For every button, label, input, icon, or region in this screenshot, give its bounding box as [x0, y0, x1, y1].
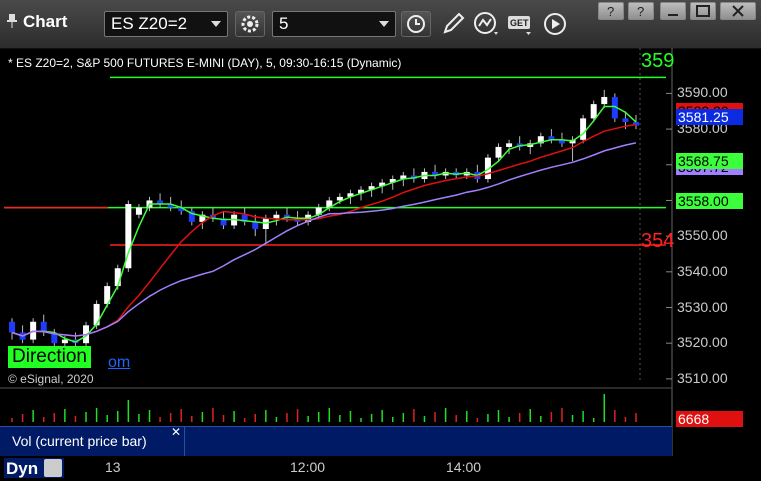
close-icon[interactable]: ✕: [171, 425, 181, 439]
price-chart[interactable]: [0, 48, 761, 481]
interval-value: 5: [279, 14, 289, 33]
symbol-combo[interactable]: ES Z20=2: [104, 11, 228, 37]
candle-body: [93, 303, 100, 326]
symbol-value: ES Z20=2: [111, 14, 188, 33]
candle-body: [495, 146, 502, 158]
dynamic-toggle[interactable]: Dyn: [4, 458, 64, 478]
time-axis[interactable]: Dyn 13 12:00 14:00: [0, 456, 761, 481]
help-icon: ?: [637, 4, 644, 19]
candle-body: [252, 221, 259, 229]
window-title: Chart: [6, 12, 67, 32]
settings-button[interactable]: [235, 11, 265, 37]
study-icon[interactable]: [472, 10, 500, 38]
close-icon: [732, 5, 744, 17]
candle-body: [135, 207, 142, 215]
price-tick-label: 3530.00: [677, 298, 728, 315]
dynamic-label: Dyn: [6, 459, 39, 478]
price-tick-label: 3550.00: [677, 227, 728, 244]
price-tick-label: 3520.00: [677, 334, 728, 351]
close-button[interactable]: [720, 2, 756, 20]
volume-value-tag: 6668: [676, 411, 743, 427]
candle-body: [506, 143, 513, 147]
candle-body: [601, 96, 608, 105]
last-price-tag: 3581.25: [676, 109, 743, 125]
chevron-down-icon: [379, 21, 389, 27]
candle-body: [61, 339, 68, 344]
svg-text:?: ?: [607, 4, 614, 19]
price-tick-label: 3540.00: [677, 262, 728, 279]
volume-legend: Vol (current price bar): [0, 427, 185, 457]
maximize-button[interactable]: [690, 2, 716, 20]
fast-ma-line: [11, 105, 637, 343]
candle-body: [273, 214, 280, 219]
price-tick-label: 3510.00: [677, 369, 728, 386]
minimize-button[interactable]: [660, 2, 686, 20]
candle-body: [622, 118, 629, 122]
gear-icon: [241, 15, 259, 33]
time-button[interactable]: [401, 11, 431, 37]
help-icon: ?: [607, 4, 614, 19]
svg-text:?: ?: [637, 4, 644, 19]
maximize-icon: [696, 5, 710, 17]
help-alt-button[interactable]: ?: [628, 2, 654, 20]
help-button[interactable]: ?: [598, 2, 624, 20]
toolbar: Chart ES Z20=2 5 GET ? ?: [0, 0, 761, 49]
time-tick-1200: 12:00: [290, 459, 326, 475]
link-fragment[interactable]: om: [108, 354, 130, 372]
level-tag: 3558.00: [676, 193, 743, 209]
candle-body: [580, 118, 587, 140]
clock-icon: [407, 15, 425, 33]
chart-area[interactable]: [0, 48, 761, 481]
mid-ma-line: [11, 123, 637, 337]
red-level-label: 354: [641, 230, 675, 252]
volume-panel[interactable]: Vol (current price bar) ✕: [0, 425, 672, 457]
pencil-icon[interactable]: [439, 10, 467, 38]
minimize-icon: [668, 14, 678, 16]
price-tick-label: 3590.00: [677, 84, 728, 101]
play-icon[interactable]: [541, 10, 569, 38]
get-icon[interactable]: GET: [506, 10, 534, 38]
lock-icon[interactable]: [44, 459, 62, 477]
watermark: © eSignal, 2020: [8, 372, 94, 386]
green-level-label: 359: [641, 50, 675, 72]
direction-badge[interactable]: Direction: [8, 346, 91, 368]
time-tick-13: 13: [105, 459, 121, 475]
chart-description: * ES Z20=2, S&P 500 FUTURES E-MINI (DAY)…: [8, 56, 402, 70]
pin-icon[interactable]: [6, 14, 18, 28]
interval-combo[interactable]: 5: [272, 11, 396, 37]
svg-text:GET: GET: [510, 18, 529, 28]
candle-body: [9, 321, 15, 333]
candle-body: [590, 104, 597, 119]
time-tick-1400: 14:00: [446, 459, 482, 475]
chevron-down-icon: [211, 21, 221, 27]
volume-label: Vol (current price bar): [12, 433, 147, 449]
green-ma-tag: 3568.75: [676, 153, 743, 169]
window-title-text: Chart: [23, 12, 68, 31]
